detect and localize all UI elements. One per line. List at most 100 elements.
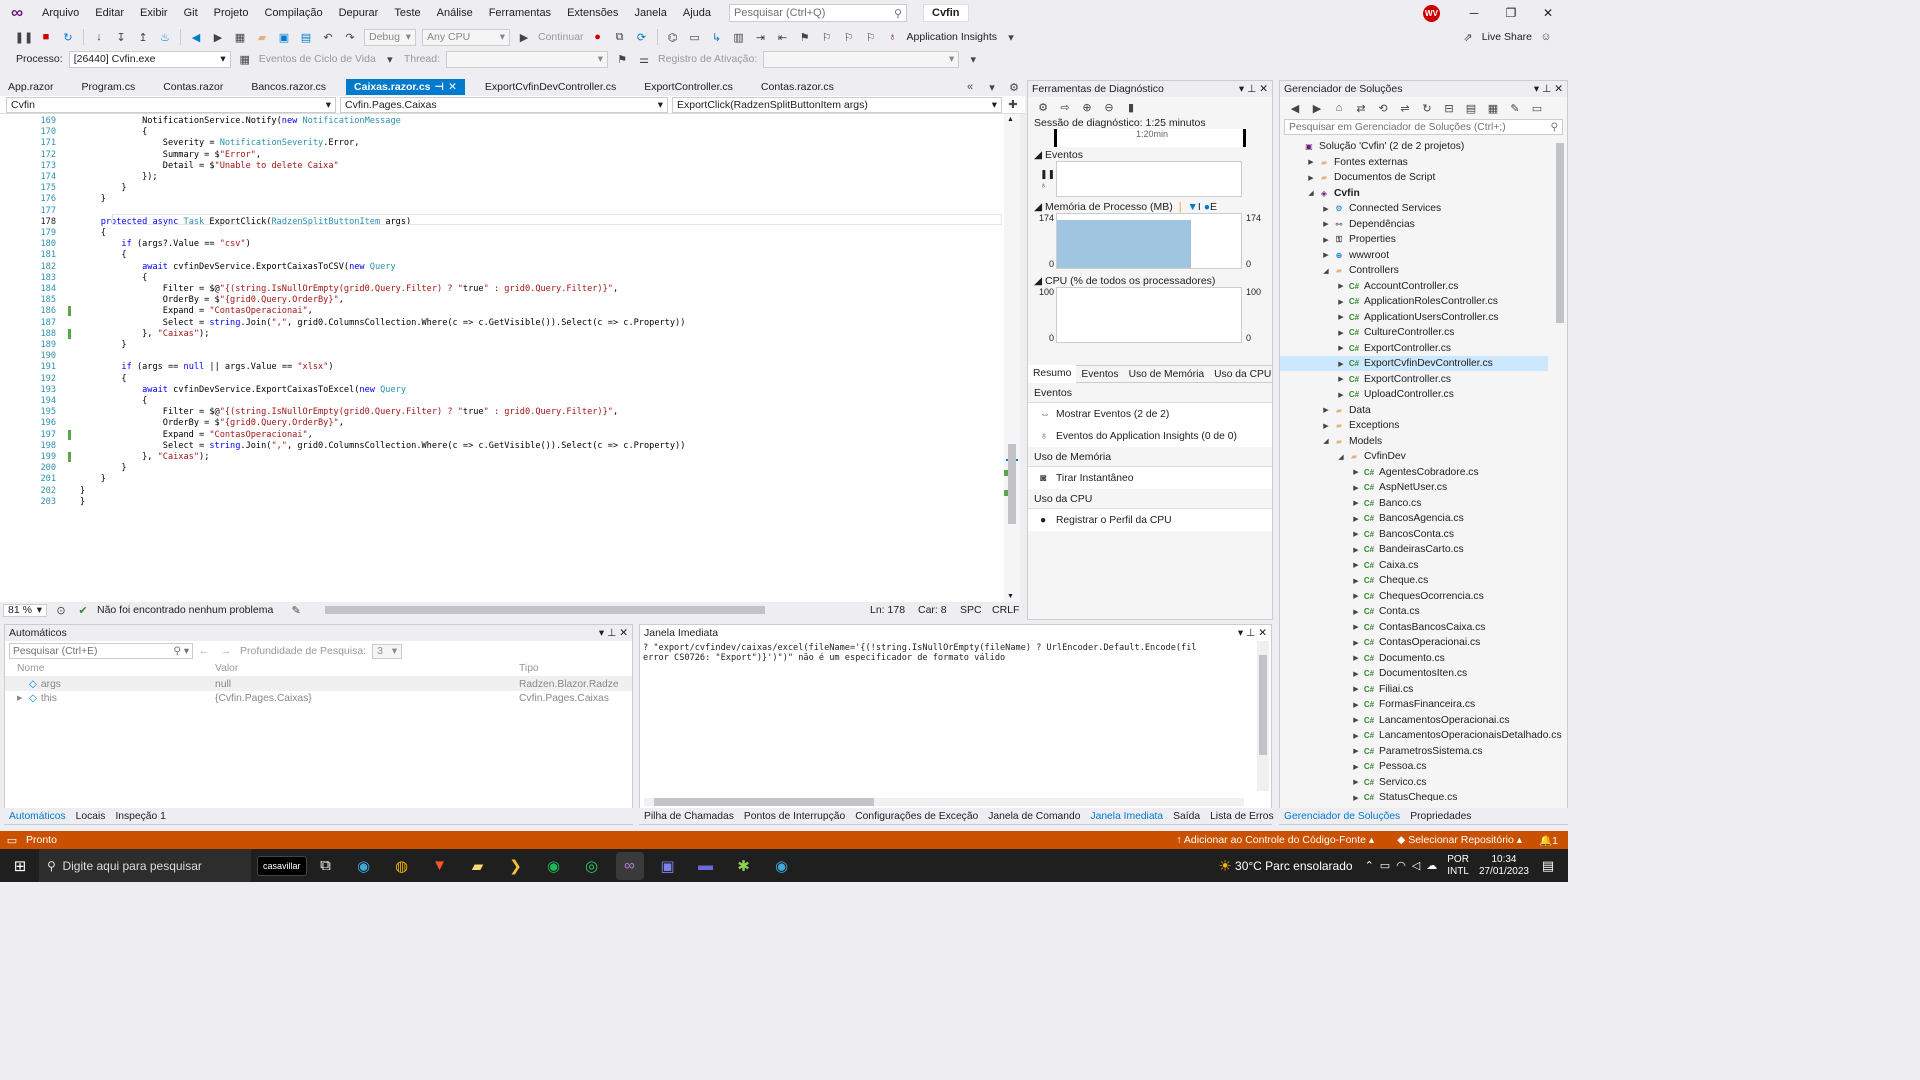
filter-icon[interactable]: ▦: [1485, 100, 1501, 116]
open-folder-icon[interactable]: ▰: [254, 29, 270, 45]
menu-item[interactable]: Editar: [87, 0, 132, 26]
tree-node[interactable]: ▣ Solução 'Cvfin' (2 de 2 projetos): [1290, 139, 1464, 154]
code-line[interactable]: OrderBy = $"{grid0.Query.OrderBy}",: [80, 418, 344, 428]
expand-arrow-icon[interactable]: ◢: [1335, 453, 1347, 461]
redo-icon[interactable]: ↷: [342, 29, 358, 45]
immediate-tab-1[interactable]: Pontos de Interrupção: [739, 811, 850, 822]
close-icon[interactable]: ✕: [1259, 83, 1268, 95]
pin-icon[interactable]: ⊣: [435, 79, 445, 95]
code-line[interactable]: await cvfinDevService.ExportCaixasToCSV(…: [80, 262, 396, 272]
expand-arrow-icon[interactable]: ▶: [1350, 763, 1362, 771]
notification-center-icon[interactable]: ▤: [1534, 852, 1562, 880]
tree-node[interactable]: ▶ C# AgentesCobradore.cs: [1350, 465, 1478, 480]
tree-node[interactable]: ▶ C# ContasOperacionai.cs: [1350, 635, 1480, 650]
tree-node[interactable]: ▶ C# ApplicationUsersController.cs: [1335, 310, 1498, 325]
immediate-tab-6[interactable]: Lista de Erros: [1205, 811, 1279, 822]
diag-tab-1[interactable]: Eventos: [1076, 369, 1123, 380]
tree-node[interactable]: ▶ C# BandeirasCarto.cs: [1350, 542, 1463, 557]
browser-link-icon[interactable]: ⌬: [665, 29, 681, 45]
windows-start-icon[interactable]: ⊞: [6, 852, 34, 880]
expand-arrow-icon[interactable]: ▶: [1350, 546, 1362, 554]
solution-bottom-tab-1[interactable]: Propriedades: [1405, 811, 1476, 822]
expand-arrow-icon[interactable]: ◢: [1320, 267, 1332, 275]
immediate-hscroll[interactable]: [644, 798, 1244, 806]
threads-icon[interactable]: ⚌: [636, 51, 652, 67]
menu-item[interactable]: Análise: [429, 0, 481, 26]
pinned-casavillar[interactable]: casavillar: [257, 855, 307, 876]
expand-arrow-icon[interactable]: ▶: [1350, 577, 1362, 585]
expand-arrow-icon[interactable]: ▶: [1350, 716, 1362, 724]
tree-node[interactable]: ▶ ▰ Exceptions: [1320, 418, 1399, 433]
menu-item[interactable]: Compilação: [256, 0, 330, 26]
autos-tab-0[interactable]: Automáticos: [4, 811, 71, 822]
expand-arrow-icon[interactable]: ▶: [1350, 623, 1362, 631]
code-line[interactable]: if (args?.Value == "csv"): [80, 239, 250, 249]
tree-node[interactable]: ◢ ▰ Controllers: [1320, 263, 1399, 278]
tree-node[interactable]: ▶ ▰ Documentos de Script: [1305, 170, 1435, 185]
expand-arrow-icon[interactable]: ▶: [1320, 422, 1332, 430]
outdent-icon[interactable]: ⇤: [775, 29, 791, 45]
visual-studio-logo-icon[interactable]: ∞: [0, 0, 34, 26]
horizontal-scrollbar[interactable]: [325, 606, 845, 614]
code-line[interactable]: if (args == null || args.Value == "xlsx"…: [80, 362, 333, 372]
tree-node[interactable]: ▶ ⚿ Properties: [1320, 232, 1396, 247]
bookmark-next-icon[interactable]: ⚐: [841, 29, 857, 45]
table-row[interactable]: ▶ ◇ this {Cvfin.Pages.Caixas} Cvfin.Pages.Ca…: [5, 691, 632, 705]
brush-icon[interactable]: ✎: [288, 602, 304, 618]
tree-node[interactable]: ▶ C# ApplicationRolesController.cs: [1335, 294, 1498, 309]
diag-tab-3[interactable]: Uso da CPU: [1209, 369, 1276, 380]
autos-tab-2[interactable]: Inspeção 1: [110, 811, 170, 822]
tree-node[interactable]: ▶ C# Cheque.cs: [1350, 573, 1428, 588]
close-icon[interactable]: ✕: [1554, 83, 1563, 95]
scroll-up-icon[interactable]: ▲: [1007, 116, 1014, 123]
tree-node[interactable]: ▶ C# Documento.cs: [1350, 651, 1445, 666]
close-icon[interactable]: ✕: [1530, 0, 1566, 26]
save-all-icon[interactable]: ▤: [298, 29, 314, 45]
notifications-button[interactable]: 🔔1: [1539, 834, 1558, 847]
expand-arrow-icon[interactable]: ▶: [1350, 654, 1362, 662]
tree-node[interactable]: ▶ ▰ Fontes externas: [1305, 155, 1408, 170]
expand-arrow-icon[interactable]: ▶: [1350, 530, 1362, 538]
code-line[interactable]: OrderBy = $"{grid0.Query.OrderBy}",: [80, 295, 344, 305]
search-input[interactable]: Pesquisar (Ctrl+Q) ⚲: [729, 4, 907, 22]
expand-arrow-icon[interactable]: ▶: [1350, 639, 1362, 647]
chevron-down-icon[interactable]: ▾: [1239, 83, 1244, 95]
code-line[interactable]: Expand = "ContasOperacionai",: [80, 430, 313, 440]
code-line[interactable]: Select = string.Join(",", grid0.ColumnsC…: [80, 318, 686, 328]
code-line[interactable]: }, "Caixas");: [80, 452, 209, 462]
code-line[interactable]: }: [80, 486, 85, 496]
columns-icon[interactable]: ▥: [731, 29, 747, 45]
expand-arrow-icon[interactable]: ▶: [1335, 298, 1347, 306]
tab-exportcvfindevcontroller-cs[interactable]: ExportCvfinDevController.cs: [477, 79, 624, 95]
sync-icon[interactable]: ⇌: [1397, 100, 1413, 116]
menu-item[interactable]: Projeto: [206, 0, 257, 26]
tree-node[interactable]: ▶ C# BancosConta.cs: [1350, 527, 1454, 542]
menu-item[interactable]: Git: [176, 0, 206, 26]
gear-icon[interactable]: ⚙: [1006, 79, 1022, 95]
class-dropdown[interactable]: Cvfin.Pages.Caixas ▾: [340, 96, 668, 113]
close-icon[interactable]: ✕: [619, 627, 628, 639]
expand-arrow-icon[interactable]: ▶: [1350, 515, 1362, 523]
tab-program-cs[interactable]: Program.cs: [74, 79, 144, 95]
member-dropdown[interactable]: ExportClick(RadzenSplitButtonItem args) ▾: [672, 96, 1002, 113]
tree-node[interactable]: ▶ C# Pessoa.cs: [1350, 759, 1426, 774]
wrench-icon[interactable]: ✎: [1507, 100, 1523, 116]
tree-node[interactable]: ▶ ⚙ Connected Services: [1320, 201, 1441, 216]
close-icon[interactable]: ✕: [1258, 627, 1267, 639]
chevron-up-icon[interactable]: ⌃: [1365, 859, 1374, 872]
flag-icon[interactable]: ⚑: [614, 51, 630, 67]
application-insights-button[interactable]: Application Insights: [907, 31, 997, 43]
new-item-icon[interactable]: ▦: [232, 29, 248, 45]
tab-contas-razor[interactable]: Contas.razor: [155, 79, 231, 95]
expand-arrow-icon[interactable]: ▶: [1320, 251, 1332, 259]
tree-node[interactable]: ▶ C# Filiai.cs: [1350, 682, 1413, 697]
forward-icon[interactable]: ▶: [210, 29, 226, 45]
export-icon[interactable]: ⇨: [1057, 99, 1073, 115]
collapse-all-icon[interactable]: ⊟: [1441, 100, 1457, 116]
tree-node[interactable]: ▶ C# StatusCheque.cs: [1350, 790, 1457, 801]
menu-item[interactable]: Ajuda: [675, 0, 719, 26]
forward-icon[interactable]: ▶: [1309, 100, 1325, 116]
immediate-output[interactable]: ? "export/cvfindev/caixas/excel(fileName…: [640, 641, 1252, 665]
spotify-icon[interactable]: ◉: [540, 852, 568, 880]
split-editor-icon[interactable]: ✚: [1005, 97, 1021, 113]
